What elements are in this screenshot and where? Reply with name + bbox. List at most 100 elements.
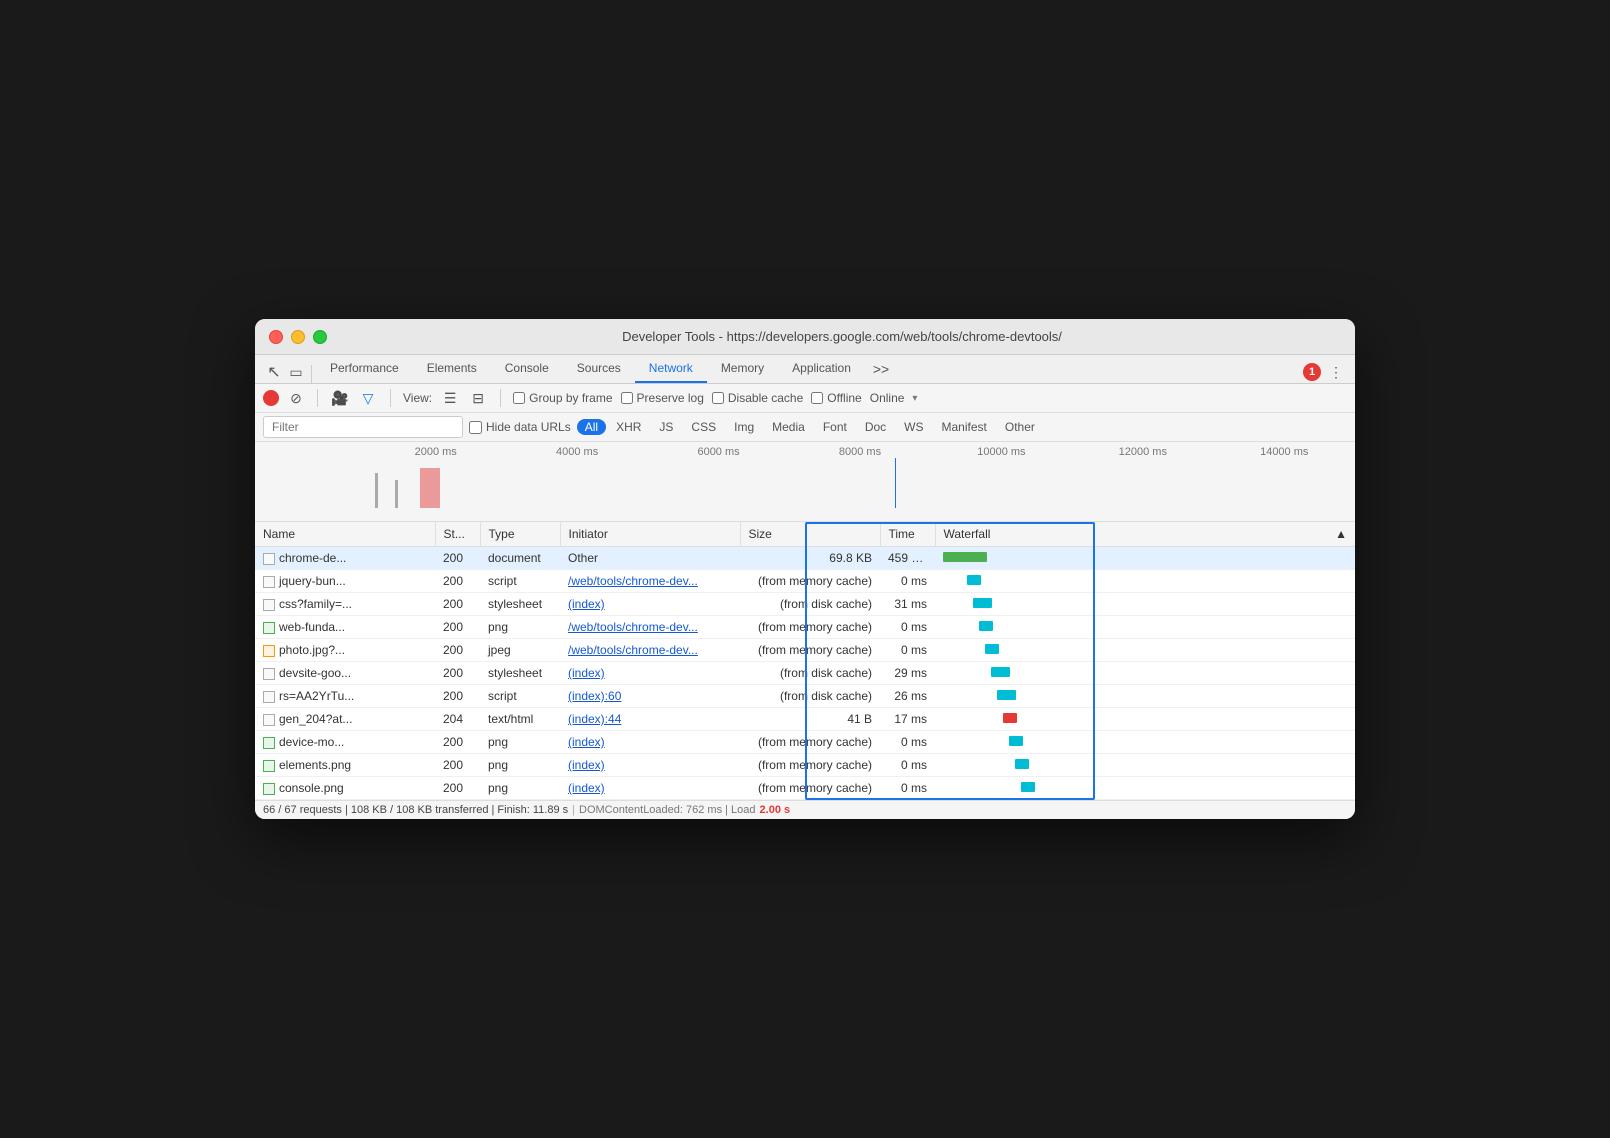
cell-status: 200 bbox=[435, 731, 480, 754]
table-row[interactable]: rs=AA2YrTu...200script(index):60(from di… bbox=[255, 685, 1355, 708]
cell-waterfall bbox=[935, 593, 1355, 616]
maximize-button[interactable] bbox=[313, 330, 327, 344]
cell-type: jpeg bbox=[480, 639, 560, 662]
filter-media[interactable]: Media bbox=[764, 419, 813, 435]
cell-waterfall bbox=[935, 616, 1355, 639]
table-row[interactable]: web-funda...200png/web/tools/chrome-dev.… bbox=[255, 616, 1355, 639]
cell-name: devsite-goo... bbox=[255, 662, 435, 685]
table-row[interactable]: jquery-bun...200script/web/tools/chrome-… bbox=[255, 570, 1355, 593]
camera-icon[interactable]: 🎥 bbox=[330, 388, 350, 408]
filter-ws[interactable]: WS bbox=[896, 419, 931, 435]
tab-network[interactable]: Network bbox=[635, 355, 707, 383]
tab-memory[interactable]: Memory bbox=[707, 355, 778, 383]
filter-img[interactable]: Img bbox=[726, 419, 762, 435]
cell-type: png bbox=[480, 731, 560, 754]
cell-time: 459 ms bbox=[880, 547, 935, 570]
cell-initiator[interactable]: /web/tools/chrome-dev... bbox=[560, 570, 740, 593]
more-tabs-button[interactable]: >> bbox=[865, 355, 897, 383]
minimize-button[interactable] bbox=[291, 330, 305, 344]
preserve-log-label[interactable]: Preserve log bbox=[621, 391, 704, 405]
filter-manifest[interactable]: Manifest bbox=[934, 419, 995, 435]
cell-status: 200 bbox=[435, 754, 480, 777]
cell-type: stylesheet bbox=[480, 593, 560, 616]
cell-name: chrome-de... bbox=[255, 547, 435, 570]
tab-elements[interactable]: Elements bbox=[413, 355, 491, 383]
cell-initiator[interactable]: /web/tools/chrome-dev... bbox=[560, 616, 740, 639]
th-initiator[interactable]: Initiator bbox=[560, 522, 740, 547]
close-button[interactable] bbox=[269, 330, 283, 344]
file-icon bbox=[263, 599, 275, 611]
more-options-icon[interactable]: ⋮ bbox=[1325, 361, 1347, 383]
cell-initiator[interactable]: /web/tools/chrome-dev... bbox=[560, 639, 740, 662]
table-row[interactable]: chrome-de...200documentOther69.8 KB459 m… bbox=[255, 547, 1355, 570]
cell-initiator[interactable]: (index) bbox=[560, 662, 740, 685]
cell-initiator[interactable]: (index):60 bbox=[560, 685, 740, 708]
cell-initiator[interactable]: (index):44 bbox=[560, 708, 740, 731]
cell-time: 29 ms bbox=[880, 662, 935, 685]
filter-other[interactable]: Other bbox=[997, 419, 1043, 435]
offline-checkbox[interactable] bbox=[811, 392, 823, 404]
throttle-dropdown[interactable]: ▾ bbox=[912, 393, 917, 404]
filter-js[interactable]: JS bbox=[651, 419, 681, 435]
disable-cache-checkbox[interactable] bbox=[712, 392, 724, 404]
group-view-button[interactable]: ⊟ bbox=[468, 388, 488, 408]
cell-waterfall bbox=[935, 639, 1355, 662]
tab-sources[interactable]: Sources bbox=[563, 355, 635, 383]
th-status[interactable]: St... bbox=[435, 522, 480, 547]
table-row[interactable]: devsite-goo...200stylesheet(index)(from … bbox=[255, 662, 1355, 685]
list-view-button[interactable]: ☰ bbox=[440, 388, 460, 408]
cell-type: script bbox=[480, 570, 560, 593]
cell-initiator[interactable]: (index) bbox=[560, 731, 740, 754]
table-row[interactable]: gen_204?at...204text/html(index):4441 B1… bbox=[255, 708, 1355, 731]
cursor-icon[interactable]: ↖ bbox=[263, 361, 285, 383]
hide-data-urls-checkbox[interactable] bbox=[469, 421, 482, 434]
marker-2000: 2000 ms bbox=[365, 446, 506, 458]
timeline-canvas bbox=[365, 458, 1355, 508]
marker-14000: 14000 ms bbox=[1214, 446, 1355, 458]
group-by-frame-checkbox[interactable] bbox=[513, 392, 525, 404]
filter-input[interactable] bbox=[263, 416, 463, 438]
cell-waterfall bbox=[935, 777, 1355, 800]
table-row[interactable]: console.png200png(index)(from memory cac… bbox=[255, 777, 1355, 800]
tab-console[interactable]: Console bbox=[491, 355, 563, 383]
hide-data-urls-label[interactable]: Hide data URLs bbox=[469, 420, 571, 434]
dom-content-loaded: DOMContentLoaded: 762 ms | Load bbox=[579, 804, 756, 816]
th-waterfall[interactable]: Waterfall ▲ bbox=[935, 522, 1355, 547]
filter-all[interactable]: All bbox=[577, 419, 606, 435]
cell-waterfall bbox=[935, 708, 1355, 731]
cell-size: (from memory cache) bbox=[740, 754, 880, 777]
table-row[interactable]: css?family=...200stylesheet(index)(from … bbox=[255, 593, 1355, 616]
cell-initiator[interactable]: (index) bbox=[560, 754, 740, 777]
timeline-markers: 2000 ms 4000 ms 6000 ms 8000 ms 10000 ms… bbox=[255, 442, 1355, 458]
filter-font[interactable]: Font bbox=[815, 419, 855, 435]
filter-doc[interactable]: Doc bbox=[857, 419, 894, 435]
cell-initiator[interactable]: (index) bbox=[560, 593, 740, 616]
table-row[interactable]: elements.png200png(index)(from memory ca… bbox=[255, 754, 1355, 777]
offline-label[interactable]: Offline bbox=[811, 391, 861, 405]
table-row[interactable]: photo.jpg?...200jpeg/web/tools/chrome-de… bbox=[255, 639, 1355, 662]
record-button[interactable] bbox=[263, 390, 279, 406]
clear-button[interactable]: ⊘ bbox=[287, 389, 305, 407]
cell-initiator[interactable]: (index) bbox=[560, 777, 740, 800]
preserve-log-checkbox[interactable] bbox=[621, 392, 633, 404]
th-type[interactable]: Type bbox=[480, 522, 560, 547]
filter-tags: All XHR JS CSS Img Media Font Doc WS Man… bbox=[577, 419, 1043, 435]
filter-icon[interactable]: ▽ bbox=[358, 388, 378, 408]
marker-4000: 4000 ms bbox=[506, 446, 647, 458]
cell-type: document bbox=[480, 547, 560, 570]
th-size[interactable]: Size bbox=[740, 522, 880, 547]
disable-cache-label[interactable]: Disable cache bbox=[712, 391, 803, 405]
tab-performance[interactable]: Performance bbox=[316, 355, 413, 383]
group-by-frame-label[interactable]: Group by frame bbox=[513, 391, 612, 405]
device-icon[interactable]: ▭ bbox=[285, 361, 307, 383]
th-name[interactable]: Name bbox=[255, 522, 435, 547]
filter-xhr[interactable]: XHR bbox=[608, 419, 649, 435]
cell-type: png bbox=[480, 616, 560, 639]
table-row[interactable]: device-mo...200png(index)(from memory ca… bbox=[255, 731, 1355, 754]
th-time[interactable]: Time bbox=[880, 522, 935, 547]
cell-waterfall bbox=[935, 685, 1355, 708]
cell-time: 0 ms bbox=[880, 639, 935, 662]
filter-css[interactable]: CSS bbox=[683, 419, 724, 435]
cell-type: text/html bbox=[480, 708, 560, 731]
tab-application[interactable]: Application bbox=[778, 355, 865, 383]
